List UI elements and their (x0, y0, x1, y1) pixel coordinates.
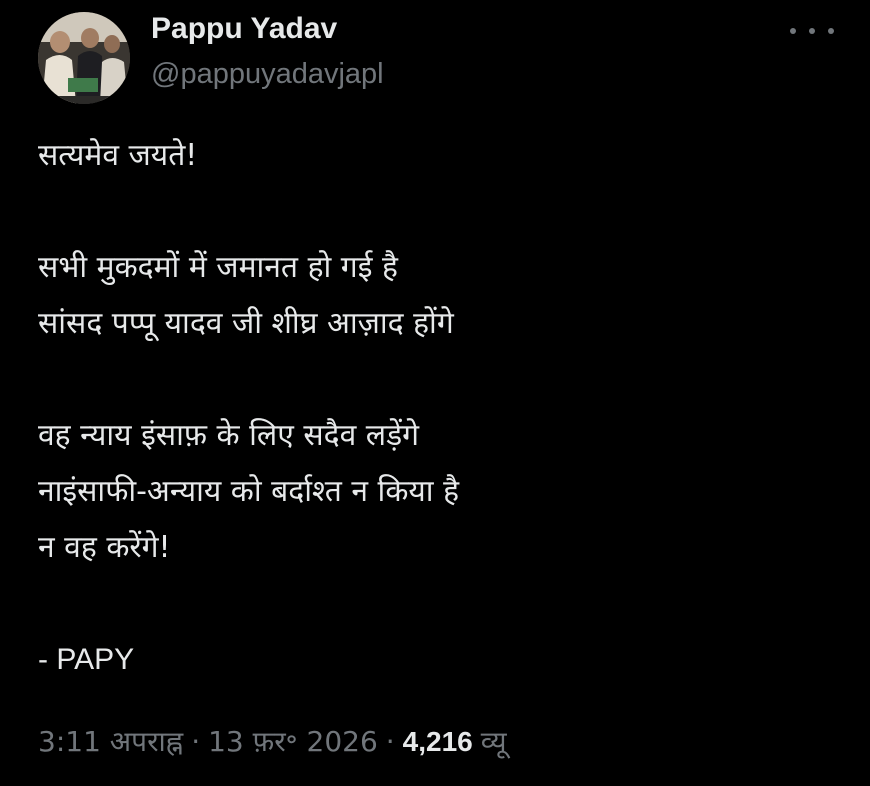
profile-photo (38, 12, 130, 104)
tweet-meta: 3:11 अपराह्न · 13 फ़र॰ 2026 · 4,216 व्यू (38, 722, 507, 760)
separator: · (385, 725, 395, 758)
author-handle[interactable]: @pappuyadavjapl (151, 58, 384, 91)
tweet-line: न वह करेंगे! (38, 530, 171, 565)
views-label: व्यू (480, 725, 507, 758)
tweet: Pappu Yadav @pappuyadavjapl सत्यमेव जयते… (0, 0, 870, 786)
tweet-date[interactable]: 13 फ़र॰ 2026 (208, 722, 378, 760)
avatar[interactable] (38, 12, 130, 104)
separator: · (191, 725, 201, 758)
dot (809, 28, 815, 34)
tweet-line: नाइंसाफी-अन्याय को बर्दाश्त न किया है (38, 474, 459, 509)
tweet-line: सत्यमेव जयते! (38, 138, 198, 173)
tweet-time[interactable]: 3:11 अपराह्न (38, 722, 183, 760)
tweet-line: सांसद पप्पू यादव जी शीघ्र आज़ाद होंगे (38, 306, 454, 341)
tweet-signature: - PAPY (38, 643, 135, 676)
tweet-line: वह न्याय इंसाफ़ के लिए सदैव लड़ेंगे (38, 418, 420, 453)
author-name[interactable]: Pappu Yadav (151, 12, 337, 46)
tweet-line: सभी मुकदमों में जमानत हो गई है (38, 250, 398, 285)
more-horizontal-icon[interactable] (790, 18, 834, 44)
dot (790, 28, 796, 34)
dot (828, 28, 834, 34)
tweet-text: सत्यमेव जयते! सभी मुकदमों में जमानत हो ग… (38, 128, 838, 688)
views-count[interactable]: 4,216 (403, 726, 473, 758)
